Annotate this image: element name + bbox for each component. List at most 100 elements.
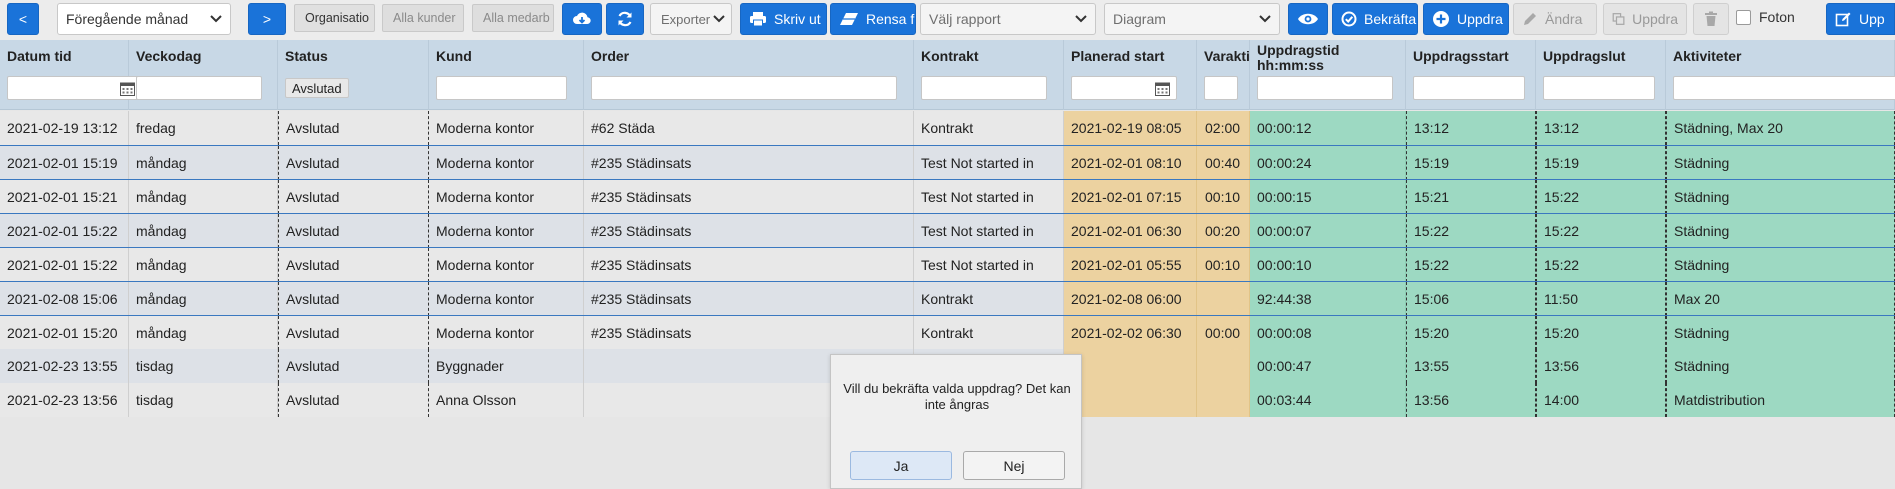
copy-assignment-button[interactable]: Uppdra (1603, 3, 1687, 35)
table-row[interactable]: 2021-02-01 15:22 måndag Avslutad Moderna ko… (0, 213, 1895, 248)
column-header-status[interactable]: Status Avslutad (278, 40, 429, 110)
clear-filter-button[interactable]: Rensa f (830, 3, 916, 35)
cell-planned-start: 2021-02-01 05:55 (1064, 248, 1197, 282)
period-select[interactable]: Föregående månad (57, 3, 231, 35)
table-row[interactable]: 2021-02-01 15:19 måndag Avslutad Moderna ko… (0, 145, 1895, 180)
customer-filter-input[interactable] (436, 76, 567, 100)
cell-customer: Moderna kontor (429, 316, 584, 350)
cell-activities: Städning (1666, 180, 1895, 214)
column-header-date-time[interactable]: Datum tid (0, 40, 142, 110)
cell-contract: Kontrakt (914, 316, 1064, 350)
delete-button[interactable] (1693, 3, 1729, 35)
assignment-end-filter-input[interactable] (1543, 76, 1655, 100)
confirm-button[interactable]: Bekräfta (1332, 3, 1418, 35)
cell-assignment-time: 00:00:15 (1250, 180, 1406, 214)
duration-filter-input[interactable] (1204, 76, 1238, 100)
update-button[interactable]: Upp (1826, 3, 1895, 35)
period-select-value: Föregående månad (66, 11, 189, 27)
next-label: > (262, 11, 272, 27)
cell-activities: Städning, Max 20 (1666, 111, 1895, 145)
column-header-planned-start[interactable]: Planerad start (1064, 40, 1197, 110)
check-circle-icon (1341, 11, 1357, 27)
column-header-assignment-start[interactable]: Uppdragsstart (1406, 40, 1536, 110)
copy-assignment-label: Uppdra (1632, 11, 1678, 27)
cell-contract: Test Not started in (914, 248, 1064, 282)
table-row[interactable]: 2021-02-01 15:20 måndag Avslutad Moderna ko… (0, 315, 1895, 350)
dialog-yes-button[interactable]: Ja (850, 451, 952, 480)
table-row[interactable]: 2021-02-01 15:22 måndag Avslutad Moderna ko… (0, 247, 1895, 282)
report-select[interactable]: Välj rapport (920, 3, 1096, 35)
assignment-time-filter-input[interactable] (1257, 76, 1393, 100)
cell-assignment-start: 13:12 (1406, 111, 1536, 145)
previous-period-button[interactable]: < (7, 3, 39, 35)
column-header-contract[interactable]: Kontrakt (914, 40, 1064, 110)
column-header-order[interactable]: Order (584, 40, 914, 110)
column-header-duration[interactable]: Varakti (1197, 40, 1250, 110)
table-row[interactable]: 2021-02-08 15:06 måndag Avslutad Moderna ko… (0, 281, 1895, 316)
cell-assignment-time: 00:00:10 (1250, 248, 1406, 282)
cell-status: Avslutad (278, 316, 429, 350)
assignment-start-filter-input[interactable] (1413, 76, 1525, 100)
customers-filter-chip[interactable]: Alla kunder (382, 4, 464, 32)
column-title: Uppdragsstart (1413, 48, 1509, 64)
cell-assignment-time: 00:00:47 (1250, 349, 1406, 383)
contract-filter-input[interactable] (921, 76, 1047, 100)
planned-start-filter-input[interactable] (1071, 76, 1177, 100)
edit-button[interactable]: Ändra (1513, 3, 1597, 35)
column-header-weekday[interactable]: Veckodag (129, 40, 278, 110)
eye-icon (1298, 13, 1318, 25)
pencil-icon (1524, 13, 1536, 25)
new-assignment-button[interactable]: Uppdra (1423, 3, 1509, 35)
view-button[interactable] (1288, 3, 1328, 35)
cell-status: Avslutad (278, 180, 429, 214)
cell-activities: Städning (1666, 146, 1895, 180)
chevron-down-icon (210, 15, 222, 23)
cell-contract: Test Not started in (914, 146, 1064, 180)
cell-planned-start (1064, 349, 1197, 383)
activities-filter-input[interactable] (1673, 76, 1895, 100)
employees-filter-chip[interactable]: Alla medarb (472, 4, 554, 32)
diagram-select[interactable]: Diagram (1104, 3, 1280, 35)
status-filter-chip[interactable]: Avslutad (285, 78, 349, 98)
cell-activities: Matdistribution (1666, 383, 1895, 417)
table-row[interactable]: 2021-02-01 15:21 måndag Avslutad Moderna ko… (0, 179, 1895, 214)
edit-square-icon (1835, 12, 1851, 26)
column-header-activities[interactable]: Aktiviteter (1666, 40, 1895, 110)
cell-status: Avslutad (278, 282, 429, 316)
column-header-customer[interactable]: Kund (429, 40, 584, 110)
column-header-assignment-end[interactable]: Uppdragslut (1536, 40, 1666, 110)
cell-duration (1197, 349, 1250, 383)
download-button[interactable] (562, 3, 602, 35)
cell-assignment-time: 00:00:24 (1250, 146, 1406, 180)
organisation-filter-chip[interactable]: Organisatio (294, 4, 375, 32)
cell-assignment-start: 13:56 (1406, 383, 1536, 417)
dialog-no-button[interactable]: Nej (963, 451, 1065, 480)
date-time-filter-input[interactable] (7, 76, 142, 100)
export-select[interactable]: Exporter (650, 3, 732, 35)
cell-planned-start: 2021-02-19 08:05 (1064, 111, 1197, 145)
cell-assignment-time: 00:00:12 (1250, 111, 1406, 145)
confirm-label: Bekräfta (1364, 11, 1417, 27)
cell-customer: Moderna kontor (429, 180, 584, 214)
column-header-assignment-time[interactable]: Uppdragstid hh:mm:ss (1250, 40, 1406, 110)
cell-assignment-start: 15:21 (1406, 180, 1536, 214)
cell-assignment-end: 15:20 (1536, 316, 1666, 350)
cell-weekday: måndag (129, 180, 278, 214)
next-period-button[interactable]: > (248, 3, 286, 35)
organisation-chip-label: Organisatio (305, 11, 369, 25)
refresh-button[interactable] (606, 3, 644, 35)
weekday-filter-input[interactable] (136, 76, 262, 100)
chevron-down-icon (1259, 15, 1271, 23)
order-filter-input[interactable] (591, 76, 897, 100)
column-title: Kontrakt (921, 48, 979, 64)
cell-planned-start: 2021-02-08 06:00 (1064, 282, 1197, 316)
cell-planned-start: 2021-02-01 08:10 (1064, 146, 1197, 180)
cell-assignment-start: 15:22 (1406, 248, 1536, 282)
cell-planned-start: 2021-02-01 06:30 (1064, 214, 1197, 248)
cell-customer: Byggnader (429, 349, 584, 383)
photos-checkbox[interactable] (1736, 10, 1751, 25)
chevron-down-icon (1075, 15, 1087, 23)
print-button[interactable]: Skriv ut (740, 3, 827, 35)
cell-order: #235 Städinsats (584, 316, 914, 350)
table-row[interactable]: 2021-02-19 13:12 fredag Avslutad Moderna ko… (0, 111, 1895, 145)
